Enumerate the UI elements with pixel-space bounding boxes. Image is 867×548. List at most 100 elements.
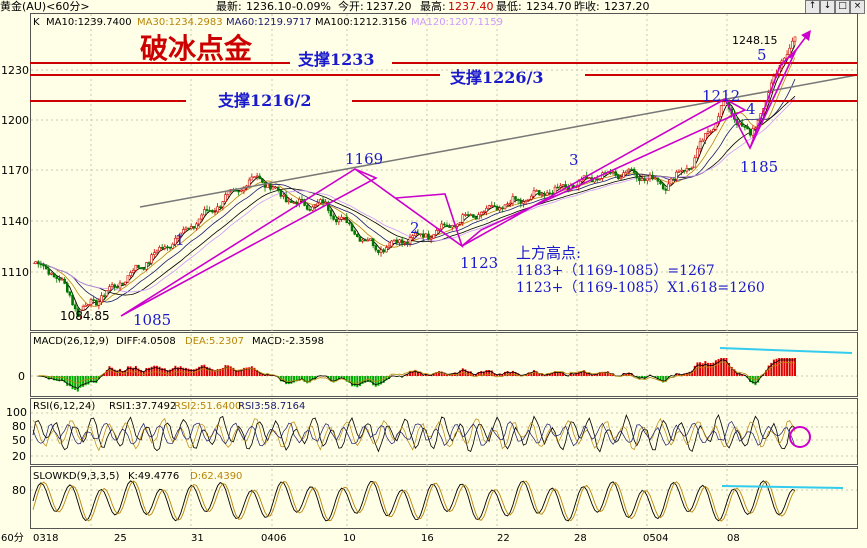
candle-body: [203, 209, 206, 216]
candle-body: [305, 205, 309, 210]
candle-body: [123, 281, 127, 285]
candle-body: [706, 131, 710, 134]
candle-body: [337, 218, 341, 223]
y-tick-label: 1230: [1, 64, 29, 77]
candle-body: [329, 210, 333, 217]
candle-body: [253, 176, 256, 179]
macd-value: MACD:-2.3598: [252, 336, 324, 347]
candle-body: [669, 178, 673, 185]
candle-body: [479, 211, 483, 215]
candle-body: [498, 207, 501, 211]
candle-body: [350, 223, 354, 232]
candle-body: [791, 40, 794, 49]
x-axis: 60分 0318 25 31 0406 10 16 22 28 0504 08: [1, 532, 740, 544]
candle-body: [719, 105, 723, 117]
pivot-label-1123: 1123: [460, 254, 498, 272]
candle-body: [638, 177, 641, 181]
candle-body: [192, 226, 196, 229]
x-tick-label: 31: [191, 533, 204, 544]
candle-body: [424, 233, 428, 238]
wave-number-3: 3: [569, 151, 579, 169]
candle-body: [614, 171, 618, 176]
candle-body: [450, 225, 454, 228]
candle-body: [390, 240, 393, 247]
candle-body: [501, 207, 504, 210]
pivot-label-1185: 1185: [740, 158, 778, 176]
candle-body: [572, 185, 575, 187]
ma-legend: K MA10:1239.7400 MA30:1234.2983 MA60:121…: [33, 17, 503, 28]
macd-bar: [786, 358, 789, 376]
candle-body: [406, 241, 409, 244]
candle-body: [282, 194, 285, 197]
candle-body: [701, 139, 705, 143]
candle-body: [60, 278, 64, 281]
wave-number-4: 4: [746, 100, 756, 118]
x-tick-label: 22: [497, 533, 510, 544]
support-label-1226: 支撑1226/3: [449, 68, 544, 87]
candle-body: [39, 263, 43, 266]
candle-body: [168, 246, 172, 249]
candle-body: [685, 167, 689, 172]
candle-body: [545, 192, 549, 196]
candle-body: [530, 195, 533, 200]
chart-canvas: 1230 1200 1170 1140 1110 K MA10:1239.740…: [1, 13, 858, 544]
macd-bar: [696, 362, 699, 376]
candle-body: [548, 192, 552, 195]
candle-body: [448, 226, 451, 229]
candle-body: [788, 47, 792, 55]
y-tick-label: 1200: [1, 114, 29, 127]
support-label-1233: 支撑1233: [297, 50, 375, 69]
candle-body: [356, 233, 359, 238]
candle-body: [490, 205, 494, 207]
candle-body: [630, 168, 633, 171]
macd-bar: [174, 365, 177, 376]
candle-body: [290, 200, 293, 203]
candle-body: [754, 127, 757, 130]
candle-body: [540, 194, 544, 196]
macd-bar: [699, 362, 702, 376]
candle-body: [155, 250, 159, 254]
pivot-label-1248: 1248.15: [732, 34, 778, 47]
candle-body: [516, 199, 520, 201]
candle-body: [661, 183, 665, 190]
candle-body: [561, 184, 565, 187]
candle-body: [279, 190, 283, 197]
ma60-label: MA60:1219.9717: [226, 17, 312, 28]
candle-body: [213, 211, 217, 214]
candle-body: [624, 170, 628, 173]
candle-body: [611, 171, 615, 174]
candle-body: [210, 210, 214, 213]
candle-body: [110, 284, 114, 287]
rsi-panel: RSI(6,12,24) RSI1:37.7492 RSI2:51.6400 R…: [6, 401, 811, 463]
candle-body: [696, 148, 699, 159]
candle-body: [556, 186, 559, 189]
candle-body: [487, 205, 491, 209]
macd-bar: [754, 376, 757, 386]
candle-body: [147, 262, 151, 264]
candle-body: [353, 230, 356, 235]
ma120-label: MA120:1207.1159: [411, 17, 503, 28]
candle-body: [643, 178, 647, 181]
x-tick-label: 25: [114, 533, 127, 544]
candle-body: [609, 171, 612, 174]
candle-body: [680, 169, 683, 172]
candle-body: [793, 36, 797, 42]
macd-bar: [66, 376, 69, 386]
candle-body: [435, 230, 438, 235]
candle-body: [334, 219, 338, 223]
candle-body: [163, 246, 167, 249]
candle-body: [92, 299, 95, 301]
period-label: 60分: [1, 532, 24, 544]
candle-body: [292, 202, 296, 204]
candle-body: [458, 221, 462, 225]
candle-body: [456, 223, 459, 227]
support-label-1216: 支撑1216/2: [217, 91, 312, 110]
candle-body: [743, 126, 747, 128]
candle-body: [398, 239, 401, 243]
target-formula-2: 1123+（1169-1085）X1.618=1260: [516, 280, 765, 296]
candle-body: [506, 203, 509, 206]
candle-body: [598, 178, 602, 180]
kd-line: [32, 480, 796, 522]
candle-body: [524, 200, 528, 203]
wave-number-5: 5: [757, 46, 767, 64]
